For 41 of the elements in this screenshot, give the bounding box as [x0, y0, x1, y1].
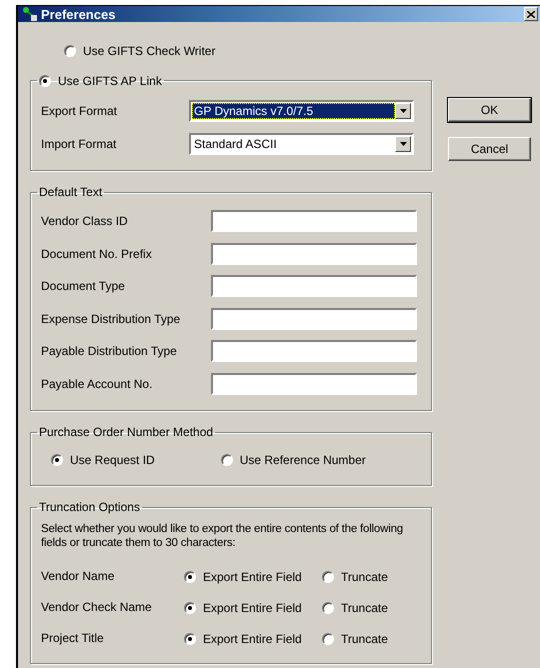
group-title: Truncation Options [39, 500, 140, 514]
group-title: Purchase Order Number Method [39, 425, 214, 439]
field-label: Export Format [41, 104, 118, 118]
close-icon [527, 10, 535, 18]
field-label: Vendor Check Name [41, 600, 153, 614]
field-label: Payable Account No. [41, 376, 154, 391]
dropdown[interactable]: Standard ASCII [189, 132, 414, 154]
radio-button[interactable]: Export Entire Field [184, 570, 302, 584]
dialog-button[interactable]: Cancel [448, 137, 531, 161]
dropdown[interactable]: GP Dynamics v7.0/7.5 [189, 100, 414, 122]
radio-button[interactable]: Truncate [322, 600, 388, 614]
radio-button[interactable]: Use Reference Number [220, 453, 366, 467]
radio-button[interactable]: Use GIFTS AP Link [39, 74, 162, 88]
dialog-button[interactable]: OK [448, 98, 531, 122]
text-field[interactable] [211, 340, 417, 362]
group-title: Default Text [39, 185, 102, 199]
radio-button[interactable]: Export Entire Field [184, 600, 302, 614]
field-label: Expense Distribution Type [41, 312, 182, 326]
app-icon [22, 6, 38, 22]
description-text: Select whether you would like to export the entire contents of the following fields or truncate them to 30 characters: [41, 522, 404, 550]
text-field[interactable] [211, 275, 417, 298]
field-label: Document Type [41, 279, 126, 294]
caret-icon [400, 108, 406, 112]
radio-button[interactable]: Truncate [322, 632, 388, 646]
close-button[interactable] [524, 7, 538, 21]
window-title: Preferences [41, 6, 116, 22]
field-label: Payable Distribution Type [41, 344, 178, 358]
radio-button[interactable]: Truncate [322, 570, 388, 584]
field-label: Document No. Prefix [41, 246, 153, 261]
text-field[interactable] [211, 210, 417, 232]
text-field[interactable] [211, 372, 417, 395]
caret-icon [400, 142, 406, 146]
radio-button[interactable]: Use Request ID [51, 453, 155, 467]
field-label: Vendor Name [41, 568, 116, 582]
radio-button[interactable]: Export Entire Field [184, 632, 302, 646]
radio-button[interactable]: Use GIFTS Check Writer [64, 44, 216, 58]
field-label: Vendor Class ID [41, 214, 129, 228]
text-field[interactable] [211, 242, 417, 265]
text-field[interactable] [211, 308, 417, 330]
field-label: Project Title [41, 630, 105, 644]
field-label: Import Format [41, 136, 118, 150]
